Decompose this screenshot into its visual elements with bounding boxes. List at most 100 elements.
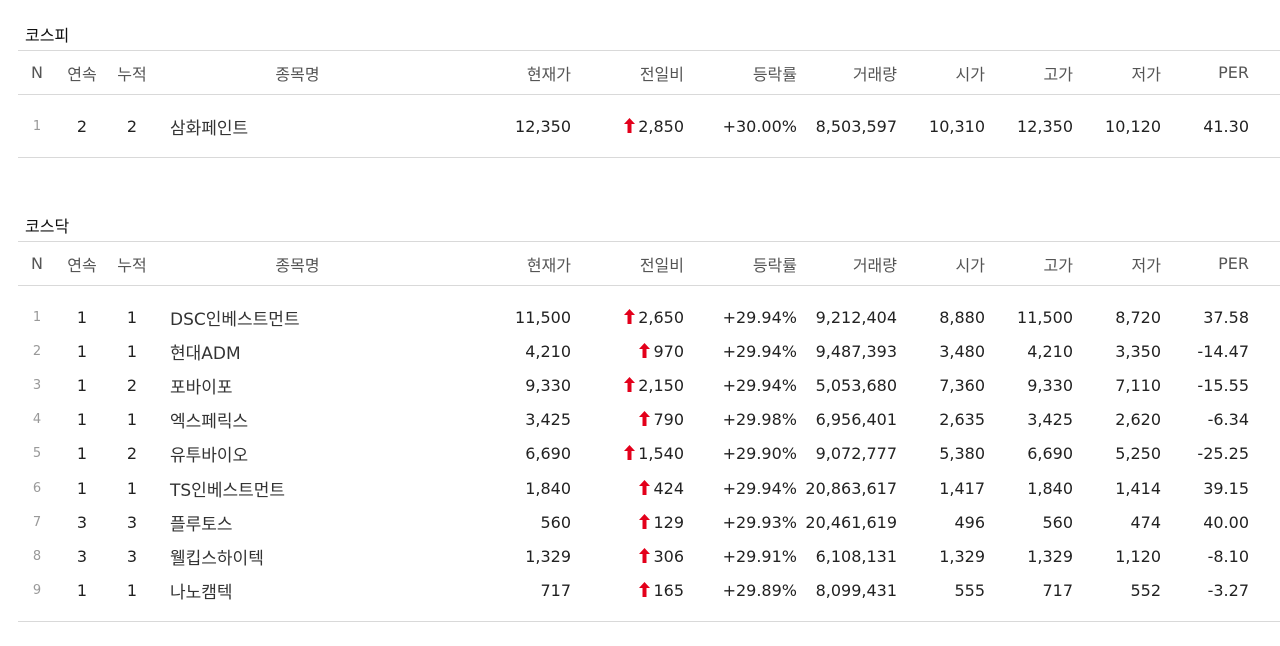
up-arrow-icon: [639, 479, 651, 495]
row-volume: 5,053,680: [797, 368, 897, 402]
row-number-text: 9: [32, 583, 42, 599]
row-high: 717: [985, 574, 1073, 608]
row-cumulative-text: 1: [126, 581, 138, 601]
row-cumulative: 3: [108, 539, 156, 573]
row-per-text: -6.34: [1207, 410, 1249, 430]
row-high-text: 11,500: [1017, 307, 1073, 327]
stock-name-link-text[interactable]: 웰킵스하이텍: [170, 549, 264, 569]
row-volume: 8,099,431: [797, 574, 897, 608]
row-open-text: 10,310: [929, 116, 985, 136]
stock-name-link[interactable]: 나노캠텍: [156, 574, 439, 608]
row-price-text: 4,210: [525, 341, 571, 361]
row-cumulative-text: 3: [126, 546, 138, 566]
row-change-text: 2,850: [638, 116, 684, 136]
header-price: 현재가: [439, 50, 571, 95]
row-rate: +29.94%: [684, 334, 797, 368]
row-consecutive: 1: [56, 334, 108, 368]
row-volume-text: 20,863,617: [805, 478, 897, 498]
spacer-row: [18, 95, 1280, 110]
row-open-text: 2,635: [939, 410, 985, 430]
row-cumulative: 1: [108, 574, 156, 608]
row-consecutive-text: 1: [76, 478, 88, 498]
header-high: 고가: [985, 50, 1073, 95]
row-cumulative: 1: [108, 403, 156, 437]
table-header-row: N 연속 누적 종목명 현재가 전일비 등락률 거래량 시가 고가 저가 PER: [18, 50, 1280, 95]
row-low-text: 1,414: [1115, 478, 1161, 498]
stock-name-link[interactable]: 엑스페릭스: [156, 403, 439, 437]
row-cumulative: 3: [108, 505, 156, 539]
row-low: 7,110: [1073, 368, 1161, 402]
stock-name-link-text[interactable]: DSC인베스트먼트: [170, 310, 300, 330]
stock-name-link[interactable]: 플루토스: [156, 505, 439, 539]
row-per-text: -8.10: [1207, 546, 1249, 566]
row-number: 2: [18, 334, 56, 368]
row-rate: +29.93%: [684, 505, 797, 539]
row-consecutive-text: 1: [76, 375, 88, 395]
stock-name-link-text[interactable]: 플루토스: [170, 515, 233, 535]
stock-name-link[interactable]: 웰킵스하이텍: [156, 539, 439, 573]
stock-name-link-text[interactable]: 나노캠텍: [170, 583, 233, 603]
row-open-text: 1,417: [939, 478, 985, 498]
row-number-text: 2: [32, 343, 42, 359]
row-volume-text: 8,503,597: [815, 116, 897, 136]
row-volume-text: 8,099,431: [815, 581, 897, 601]
row-low-text: 474: [1130, 512, 1161, 532]
row-consecutive: 1: [56, 403, 108, 437]
row-price-text: 6,690: [525, 444, 571, 464]
row-change: 2,650: [571, 300, 684, 334]
row-open: 2,635: [897, 403, 985, 437]
spacer-row: [18, 607, 1280, 622]
header-rate: 등락률: [684, 50, 797, 95]
row-number: 1: [18, 109, 56, 143]
row-per: -8.10: [1161, 539, 1249, 573]
row-open: 3,480: [897, 334, 985, 368]
row-change: 2,150: [571, 368, 684, 402]
row-cumulative-text: 1: [126, 307, 138, 327]
row-rate: +29.94%: [684, 300, 797, 334]
row-low: 552: [1073, 574, 1161, 608]
stock-name-link-text[interactable]: 포바이포: [170, 378, 233, 398]
row-number-text: 6: [32, 480, 42, 496]
stock-name-link[interactable]: TS인베스트먼트: [156, 471, 439, 505]
row-high-text: 717: [1042, 581, 1073, 601]
stock-name-link[interactable]: DSC인베스트먼트: [156, 300, 439, 334]
stock-name-link-text[interactable]: 현대ADM: [170, 344, 241, 364]
up-arrow-icon: [639, 342, 651, 358]
row-volume: 20,461,619: [797, 505, 897, 539]
table-row: 4 1 1 엑스페릭스 3,425 790 +29.98% 6,956,401 2,635 3,4…: [18, 403, 1280, 437]
header-open: 시가: [897, 241, 985, 286]
stock-name-link[interactable]: 유투바이오: [156, 437, 439, 471]
row-number: 9: [18, 574, 56, 608]
stock-name-link-text[interactable]: 엑스페릭스: [170, 412, 248, 432]
stock-name-link[interactable]: 포바이포: [156, 368, 439, 402]
row-change: 970: [571, 334, 684, 368]
row-consecutive: 1: [56, 437, 108, 471]
row-pad: [1249, 300, 1280, 334]
row-consecutive-text: 2: [76, 116, 88, 136]
row-per-text: -14.47: [1197, 341, 1249, 361]
row-open-text: 496: [954, 512, 985, 532]
table-row: 8 3 3 웰킵스하이텍 1,329 306 +29.91% 6,108,131 1,329 1,…: [18, 539, 1280, 573]
kosdaq-table: N 연속 누적 종목명 현재가 전일비 등락률 거래량 시가 고가 저가 PER…: [18, 241, 1280, 622]
header-pad: [1249, 241, 1280, 286]
row-price-text: 9,330: [525, 375, 571, 395]
row-volume-text: 6,956,401: [815, 410, 897, 430]
stock-name-link[interactable]: 현대ADM: [156, 334, 439, 368]
row-price: 6,690: [439, 437, 571, 471]
row-low-text: 8,720: [1115, 307, 1161, 327]
row-cumulative-text: 2: [126, 375, 138, 395]
row-high-text: 1,840: [1027, 478, 1073, 498]
stock-name-link[interactable]: 삼화페인트: [156, 109, 439, 143]
stock-name-link-text[interactable]: 삼화페인트: [170, 119, 248, 139]
stock-name-link-text[interactable]: 유투바이오: [170, 446, 248, 466]
up-arrow-icon: [639, 411, 651, 427]
row-price: 4,210: [439, 334, 571, 368]
header-name: 종목명: [156, 241, 439, 286]
row-open: 5,380: [897, 437, 985, 471]
row-cumulative: 1: [108, 334, 156, 368]
kospi-table: N 연속 누적 종목명 현재가 전일비 등락률 거래량 시가 고가 저가 PER…: [18, 50, 1280, 158]
spacer-row: [18, 143, 1280, 158]
stock-name-link-text[interactable]: TS인베스트먼트: [170, 481, 285, 501]
header-change: 전일비: [571, 50, 684, 95]
row-change: 165: [571, 574, 684, 608]
